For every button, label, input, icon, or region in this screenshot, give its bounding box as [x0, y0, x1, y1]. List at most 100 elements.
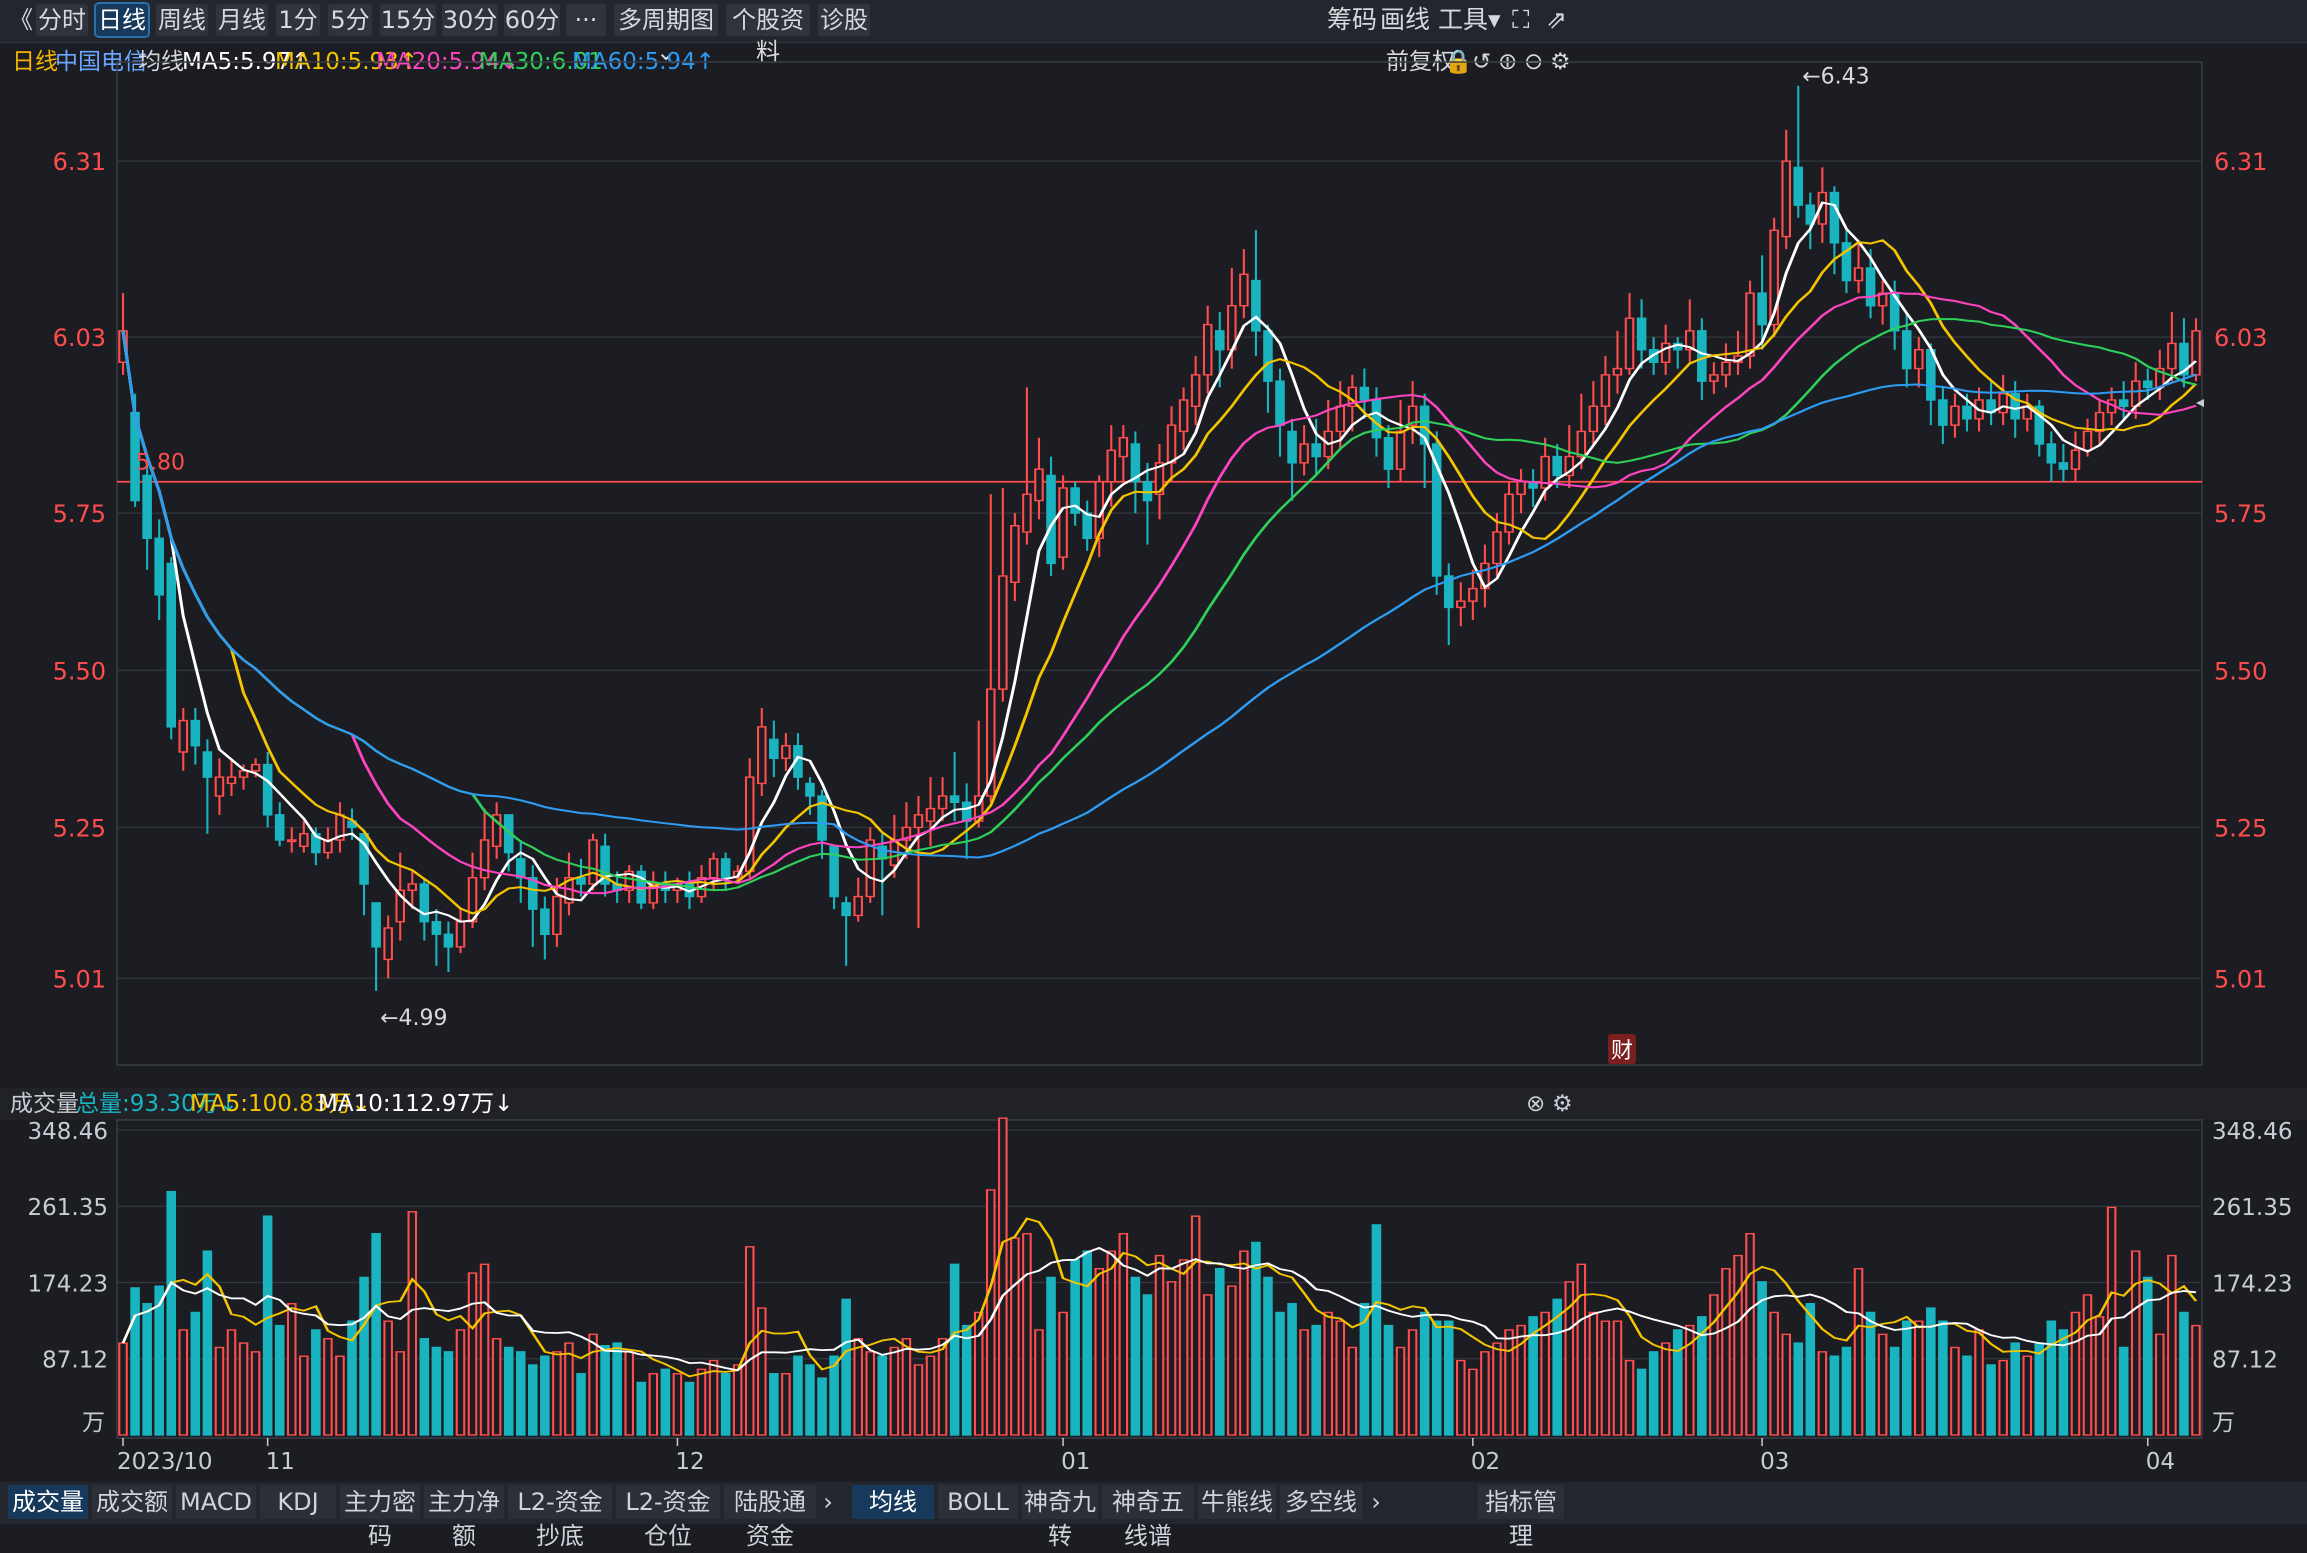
- volume-bar: [1082, 1250, 1092, 1436]
- volume-bar: [118, 1342, 128, 1436]
- tab-l2-bottom[interactable]: L2-资金抄底: [508, 1485, 612, 1550]
- x-tick-label: 11: [266, 1449, 295, 1475]
- candle-body: [154, 537, 164, 596]
- volume-bar: [588, 1333, 598, 1436]
- candle-body: [1624, 317, 1635, 370]
- candle-body: [1395, 430, 1406, 470]
- x-tick-label: 01: [1061, 1449, 1090, 1475]
- candle-body: [769, 738, 779, 759]
- tab-bull-bear[interactable]: 牛熊线: [1198, 1485, 1276, 1519]
- tab-kdj[interactable]: KDJ: [260, 1485, 336, 1519]
- candle-body: [1793, 166, 1804, 206]
- volume-bar: [371, 1232, 381, 1436]
- volume-bar: [648, 1373, 659, 1436]
- volume-bar: [1010, 1237, 1020, 1436]
- tabs-next-icon[interactable]: ›: [816, 1485, 840, 1519]
- volume-bar: [226, 1329, 237, 1436]
- volume-bar: [1793, 1342, 1804, 1436]
- volume-bar: [913, 1364, 924, 1436]
- candle-body: [937, 795, 948, 810]
- candle-body: [998, 575, 1008, 690]
- volume-bar: [1492, 1342, 1502, 1436]
- candle-body: [949, 795, 960, 803]
- volume-bar: [937, 1338, 948, 1436]
- tab-magic-five[interactable]: 神奇五线谱: [1102, 1485, 1194, 1550]
- candle-body: [1010, 525, 1020, 583]
- candle-body: [1492, 531, 1502, 565]
- candle-body: [2130, 380, 2141, 407]
- volume-bar: [262, 1215, 273, 1436]
- volume-bar: [1781, 1333, 1791, 1436]
- volume-bar: [323, 1338, 333, 1436]
- volume-bar: [793, 1355, 803, 1436]
- tab-magic-nine[interactable]: 神奇九转: [1022, 1485, 1098, 1550]
- volume-bar: [1576, 1263, 1587, 1436]
- volume-bar: [1998, 1359, 2008, 1436]
- volume-bar: [998, 1117, 1008, 1436]
- volume-bar: [2191, 1324, 2201, 1436]
- candle-body: [1660, 342, 1671, 363]
- indicator-manage-button[interactable]: 指标管理: [1478, 1485, 1564, 1550]
- candles: [118, 85, 2201, 991]
- volume-bar: [166, 1190, 177, 1436]
- candle-body: [1853, 267, 1864, 282]
- candle-body: [720, 858, 731, 879]
- volume-bar: [1709, 1294, 1719, 1436]
- ma10-line: [121, 239, 2198, 915]
- candle-body: [865, 839, 876, 898]
- volume-bar: [732, 1364, 743, 1436]
- volume-bar: [1371, 1224, 1382, 1436]
- volume-bar: [1154, 1254, 1165, 1436]
- candle-body: [1950, 405, 1960, 426]
- volume-bar: [1311, 1324, 1321, 1436]
- ma30-line: [121, 318, 2197, 892]
- volume-bar: [395, 1351, 406, 1436]
- tab-main-password[interactable]: 主力密码: [340, 1485, 420, 1550]
- volume-bar: [238, 1342, 249, 1436]
- tab-l2-position[interactable]: L2-资金仓位: [616, 1485, 720, 1550]
- tab-long-short[interactable]: 多空线: [1280, 1485, 1362, 1519]
- low-price-label: ←4.99: [380, 1006, 447, 1031]
- volume-unit-right: 万: [2212, 1410, 2235, 1436]
- candle-body: [1588, 405, 1599, 433]
- volume-bar: [2118, 1346, 2129, 1436]
- volume-bar: [684, 1381, 695, 1436]
- tab-ma[interactable]: 均线: [852, 1485, 934, 1519]
- candle-body: [1865, 267, 1876, 307]
- volume-bar: [1612, 1320, 1623, 1436]
- candle-body: [1178, 399, 1189, 433]
- volume-bar: [1239, 1250, 1249, 1436]
- candle-body: [841, 902, 851, 917]
- candle-body: [1263, 330, 1273, 382]
- tab-main-netflow[interactable]: 主力净额: [424, 1485, 504, 1550]
- volume-bar: [1094, 1267, 1105, 1436]
- tabs-next2-icon[interactable]: ›: [1364, 1485, 1388, 1519]
- tab-northbound[interactable]: 陆股通资金: [724, 1485, 816, 1550]
- price-tick-right: 6.31: [2214, 148, 2267, 176]
- candle-body: [190, 719, 201, 747]
- volume-bar: [1214, 1267, 1225, 1436]
- volume-bar: [407, 1211, 418, 1436]
- tab-turnover[interactable]: 成交额: [92, 1485, 172, 1519]
- volume-tick-left: 87.12: [42, 1348, 108, 1374]
- volume-bar: [142, 1303, 152, 1436]
- volume-bar: [757, 1307, 767, 1436]
- candle-body: [588, 839, 598, 885]
- candle-body: [2082, 430, 2093, 451]
- candle-body: [1311, 443, 1321, 458]
- candle-body: [1576, 430, 1587, 458]
- candle-body: [2046, 443, 2057, 464]
- volume-bar: [877, 1355, 888, 1436]
- candle-body: [1721, 361, 1731, 376]
- volume-bar: [1142, 1294, 1153, 1436]
- candle-body: [552, 895, 562, 935]
- tab-macd[interactable]: MACD: [176, 1485, 256, 1519]
- volume-bar: [925, 1355, 936, 1436]
- tab-boll[interactable]: BOLL: [938, 1485, 1018, 1519]
- candle-body: [528, 877, 538, 910]
- tab-volume[interactable]: 成交量: [8, 1485, 88, 1519]
- kline-chart[interactable]: 6.31 6.31 6.03 6.03 5.75 5.75 5.50 5.50 5.25 5.25…: [0, 0, 2307, 1480]
- volume-unit-left: 万: [82, 1410, 105, 1436]
- candle-body: [1118, 437, 1129, 458]
- candle-body: [1468, 587, 1478, 602]
